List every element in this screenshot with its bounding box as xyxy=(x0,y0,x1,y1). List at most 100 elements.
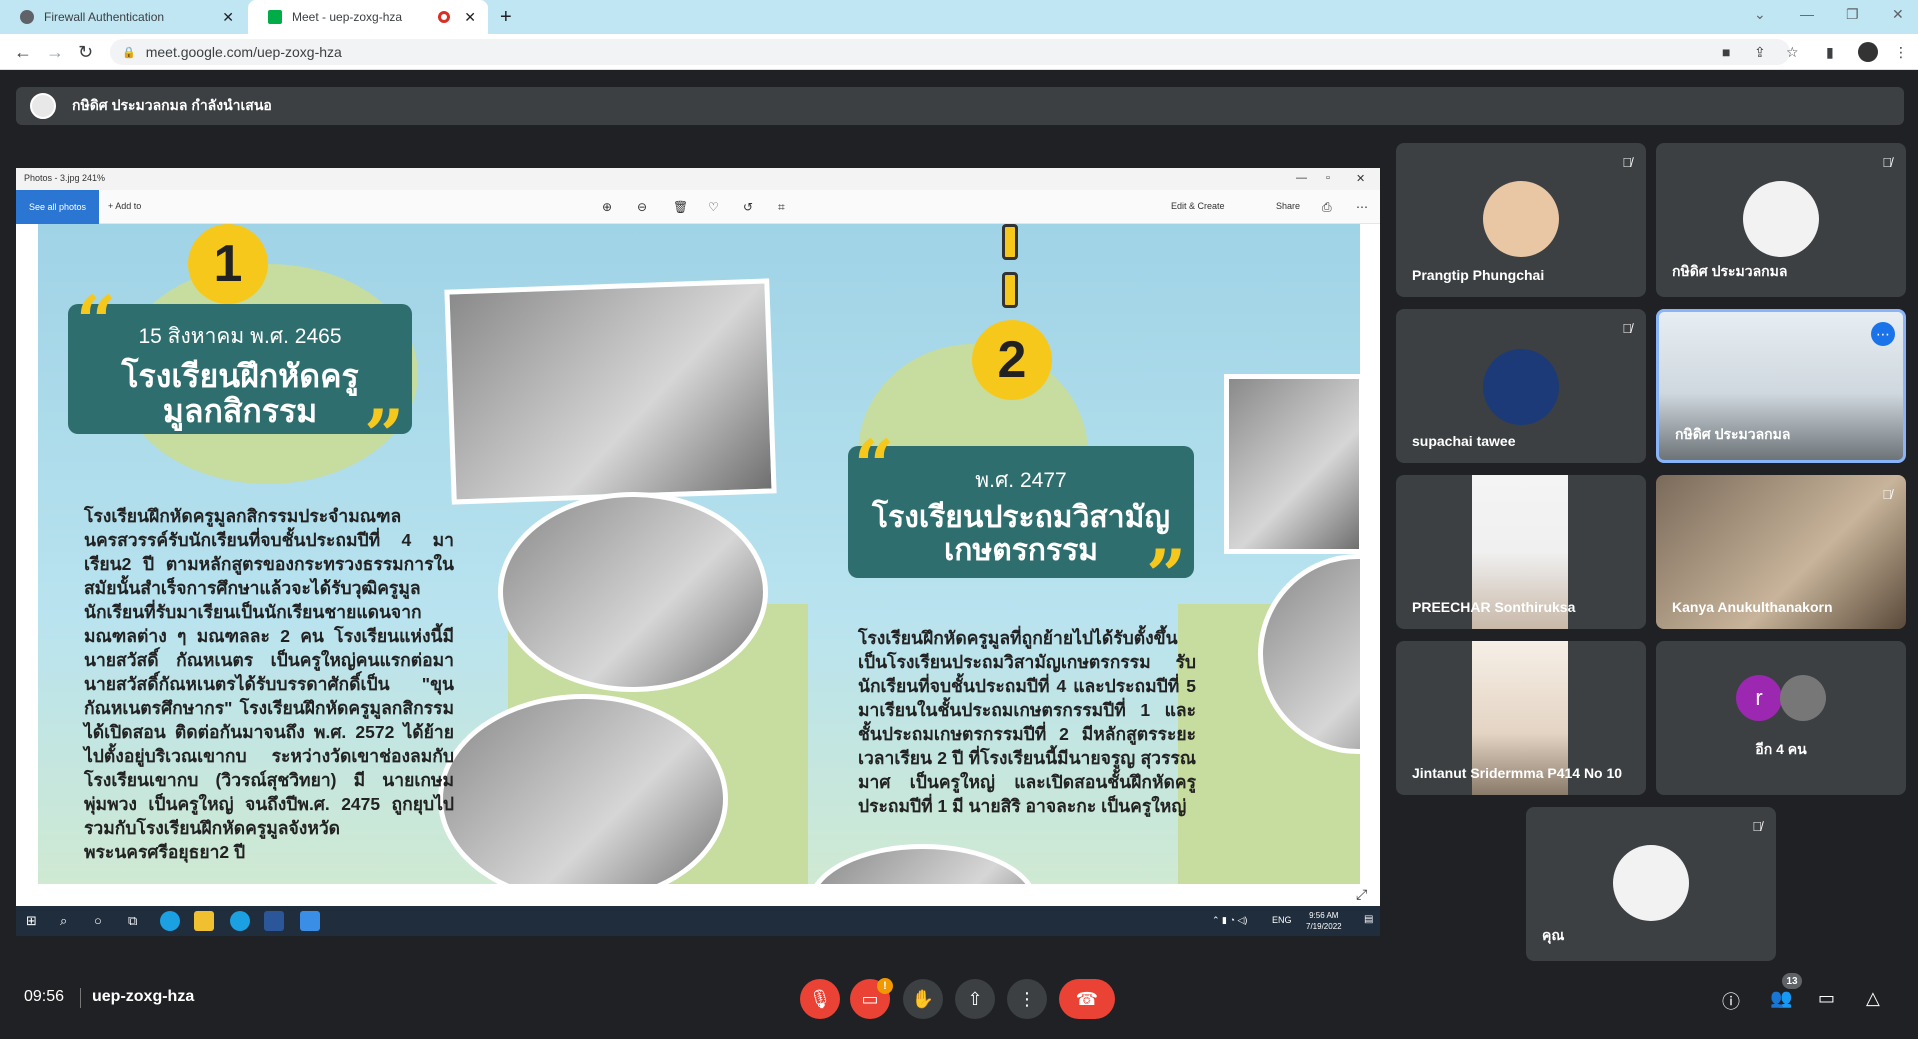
taskbar-clock: 9:56 AM 7/19/2022 xyxy=(1306,910,1342,932)
block2-body: โรงเรียนฝึกหัดครูมูลที่ถูกย้ายไปได้รับตั… xyxy=(858,628,1196,816)
participant-tile-others[interactable]: r อีก 4 คน xyxy=(1656,641,1906,795)
delete-icon: 🗑 xyxy=(673,200,689,214)
open-quote-icon: “ xyxy=(76,280,117,363)
bookmark-star-icon[interactable]: ☆ xyxy=(1786,44,1799,61)
mic-off-icon: 🎙̸ xyxy=(1882,487,1892,502)
historic-photo-students xyxy=(498,492,768,692)
close-quote-icon: ” xyxy=(1146,534,1187,617)
presenting-bar: กษิดิศ ประมวลกมล กำลังนำเสนอ xyxy=(16,87,1904,125)
avatar xyxy=(1613,845,1689,921)
minimize-icon: — xyxy=(1296,172,1307,184)
expand-icon: ⤢ xyxy=(1356,886,1368,902)
present-button[interactable]: ⇧ xyxy=(955,979,995,1019)
activities-icon[interactable]: △ xyxy=(1866,988,1880,1009)
taskbar-date: 7/19/2022 xyxy=(1306,922,1342,931)
self-tile[interactable]: 🎙̸ คุณ xyxy=(1526,807,1776,961)
recording-icon xyxy=(438,11,451,23)
close-tab-icon[interactable]: ✕ xyxy=(222,9,234,26)
historic-photo-building xyxy=(444,278,777,505)
present-screen-icon: ⇧ xyxy=(967,988,983,1009)
tab-title: Firewall Authentication xyxy=(44,10,165,24)
avatar xyxy=(1743,181,1819,257)
historic-photo-class xyxy=(1224,374,1360,554)
language-indicator: ENG xyxy=(1272,915,1292,925)
info-icon[interactable]: ⓘ xyxy=(1722,988,1740,1014)
participant-tile[interactable]: PREECHAR Sonthiruksa xyxy=(1396,475,1646,629)
restore-button[interactable]: ❐ xyxy=(1846,6,1859,23)
cortana-icon: ○ xyxy=(94,913,102,928)
ribbon-block-2: พ.ศ. 2477 โรงเรียนประถมวิสามัญ เกษตรกรรม xyxy=(848,446,1194,578)
tab-firewall-authentication[interactable]: Firewall Authentication ✕ xyxy=(0,0,246,34)
mic-off-icon: 🎙̸ xyxy=(1622,321,1632,336)
photos-icon xyxy=(300,911,320,931)
divider xyxy=(80,988,81,1008)
warning-icon: ! xyxy=(877,978,893,994)
end-call-button[interactable]: ☎ xyxy=(1059,979,1115,1019)
forward-icon[interactable]: → xyxy=(46,42,64,63)
participant-tile-active[interactable]: ⋯ กษิดิศ ประมวลกมล xyxy=(1656,309,1906,463)
new-tab-button[interactable]: + xyxy=(500,6,512,29)
participant-name: กษิดิศ ประมวลกมล xyxy=(1675,426,1791,442)
meeting-clock: 09:56 xyxy=(24,988,65,1005)
add-to-button: + Add to xyxy=(108,201,142,211)
participant-tile[interactable]: 🎙̸ กษิดิศ ประมวลกมล xyxy=(1656,143,1906,297)
participant-name: Kanya Anukulthanakorn xyxy=(1672,599,1833,615)
url-text: meet.google.com/uep-zoxg-hza xyxy=(145,44,342,60)
mic-off-icon: 🎙̸ xyxy=(1882,155,1892,170)
people-icon[interactable]: 👥 xyxy=(1770,988,1792,1009)
side-panel-icon[interactable]: ▮ xyxy=(1826,44,1834,61)
avatar xyxy=(1483,349,1559,425)
tab-meet[interactable]: Meet - uep-zoxg-hza ✕ xyxy=(248,0,488,34)
browser-tab-bar: Firewall Authentication ✕ Meet - uep-zox… xyxy=(0,0,1918,34)
more-options-icon[interactable]: ⋯ xyxy=(1871,322,1895,346)
participant-tile[interactable]: 🎙̸ supachai tawee xyxy=(1396,309,1646,463)
participant-name: กษิดิศ ประมวลกมล xyxy=(1672,263,1788,279)
more-vert-icon: ⋮ xyxy=(1018,988,1036,1009)
participant-tile[interactable]: Jintanut Sridermma P414 No 10 xyxy=(1396,641,1646,795)
hang-up-icon: ☎ xyxy=(1075,988,1099,1009)
block1-date: 15 สิงหาคม พ.ศ. 2465 xyxy=(138,325,342,348)
photos-toolbar: See all photos + Add to ⊕ ⊖ 🗑 ♡ ↺ ⌗ Edit… xyxy=(16,190,1380,224)
participant-initial-avatar: r xyxy=(1736,675,1782,721)
participant-tile[interactable]: 🎙̸ Prangtip Phungchai xyxy=(1396,143,1646,297)
minimize-button[interactable]: — xyxy=(1800,6,1814,22)
raise-hand-button[interactable]: ✋ xyxy=(903,979,943,1019)
taskbar-time: 9:56 AM xyxy=(1309,911,1339,920)
see-all-photos-button: See all photos xyxy=(16,190,99,224)
word-icon xyxy=(264,911,284,931)
see-all-label: See all photos xyxy=(28,202,87,212)
close-window-button[interactable]: ✕ xyxy=(1892,6,1904,23)
chat-icon[interactable]: ▭ xyxy=(1818,988,1835,1009)
close-tab-icon[interactable]: ✕ xyxy=(464,9,476,26)
camera-icon[interactable]: ■ xyxy=(1722,44,1730,60)
edge-icon xyxy=(230,911,250,931)
back-icon[interactable]: ← xyxy=(14,42,32,63)
mic-off-button[interactable]: 🎙 xyxy=(800,979,840,1019)
participant-name: อีก 4 คน xyxy=(1755,741,1807,757)
meeting-code: uep-zoxg-hza xyxy=(92,988,195,1005)
zoom-out-icon: ⊖ xyxy=(637,200,648,214)
participant-name: supachai tawee xyxy=(1412,433,1516,449)
participant-tile[interactable]: 🎙̸ Kanya Anukulthanakorn xyxy=(1656,475,1906,629)
participant-photo-avatar xyxy=(1780,675,1826,721)
tab-search-icon[interactable]: ⌄ xyxy=(1754,6,1766,23)
edit-create-button: Edit & Create xyxy=(1171,201,1225,211)
badge-2: 2 xyxy=(972,320,1052,400)
favorite-icon: ♡ xyxy=(708,200,719,214)
url-field[interactable]: 🔒 meet.google.com/uep-zoxg-hza xyxy=(110,39,1790,65)
share-icon[interactable]: ⇪ xyxy=(1754,44,1766,61)
poster-image: 1 2 15 สิงหาคม พ.ศ. 2465 โรงเรียนฝึกหัดค… xyxy=(38,224,1360,884)
historic-photo-bottom xyxy=(808,844,1038,884)
profile-avatar[interactable] xyxy=(1858,42,1878,62)
menu-dots-icon[interactable]: ⋮ xyxy=(1894,44,1908,61)
badge-1: 1 xyxy=(188,224,268,304)
shared-screen[interactable]: Photos - 3.jpg 241% — ▫ ✕ See all photos… xyxy=(16,168,1380,936)
more-options-button[interactable]: ⋮ xyxy=(1007,979,1047,1019)
reload-icon[interactable]: ↻ xyxy=(78,42,93,63)
open-quote-icon: “ xyxy=(854,424,895,507)
more-icon: ⋯ xyxy=(1356,200,1368,214)
badge-2-number: 2 xyxy=(997,331,1027,389)
edge-icon xyxy=(160,911,180,931)
block2-heading-line2: เกษตรกรรม xyxy=(944,534,1098,567)
participant-name: PREECHAR Sonthiruksa xyxy=(1412,599,1576,615)
